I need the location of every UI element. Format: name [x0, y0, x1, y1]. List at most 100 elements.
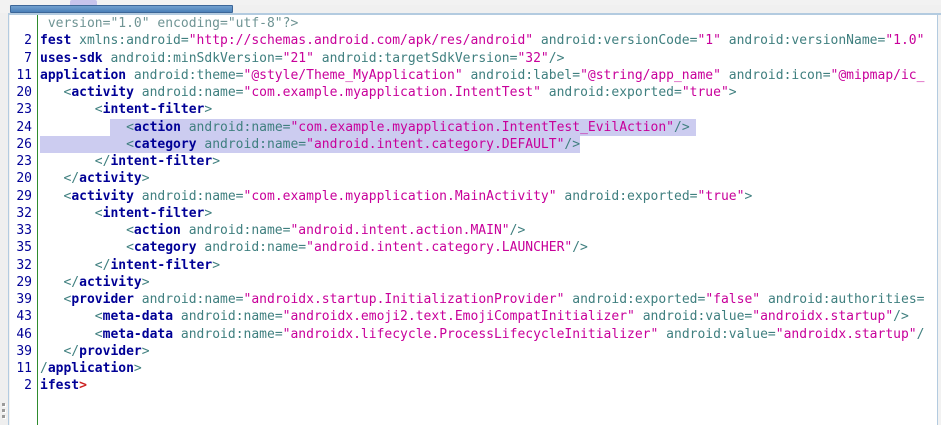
- splitter-grip-dot[interactable]: [2, 403, 5, 406]
- token-attr: android:name=: [189, 223, 291, 238]
- token-tag: category: [134, 137, 197, 152]
- line-number: 39: [10, 343, 32, 360]
- selection-highlight: <action android:name="com.example.myappl…: [110, 119, 695, 136]
- token-attr: android:name=: [142, 85, 244, 100]
- token-plain: [126, 68, 134, 83]
- horizontal-scrollbar[interactable]: [9, 5, 941, 13]
- token-tag: activity: [71, 85, 134, 100]
- code-line[interactable]: 43 <meta-data android:name="androidx.emo…: [10, 308, 937, 325]
- token-punc: </: [63, 344, 79, 359]
- token-punc: <: [126, 137, 134, 152]
- token-punc: >: [729, 85, 737, 100]
- token-val: "com.example.myapplication.MainActivity": [244, 189, 557, 204]
- code-text: <action android:name="android.intent.act…: [40, 223, 525, 238]
- code-text: <meta-data android:name="androidx.emoji2…: [40, 309, 909, 324]
- token-punc: />: [572, 240, 588, 255]
- code-line[interactable]: 32 </intent-filter>: [10, 257, 937, 274]
- token-plain: [181, 223, 189, 238]
- token-punc: </: [95, 258, 111, 273]
- token-tag: application: [40, 68, 126, 83]
- code-line[interactable]: 46 <meta-data android:name="androidx.lif…: [10, 326, 937, 343]
- token-attr: android:name=: [181, 327, 283, 342]
- token-tag: provider: [79, 344, 142, 359]
- token-punc: >: [134, 361, 142, 376]
- token-attr: android:theme=: [134, 68, 244, 83]
- token-plain: [40, 223, 126, 238]
- code-line[interactable]: 7uses-sdk android:minSdkVersion="21" and…: [10, 50, 937, 67]
- line-number: 2: [10, 377, 32, 394]
- token-tag: intent-filter: [103, 206, 205, 221]
- token-plain: [40, 275, 63, 290]
- token-tag: intent-filter: [110, 258, 212, 273]
- token-punc: <: [126, 240, 134, 255]
- code-text: fest xmlns:android="http://schemas.andro…: [40, 33, 924, 48]
- token-attr: android:icon=: [729, 68, 831, 83]
- code-line[interactable]: 11/application>: [10, 360, 937, 377]
- token-tag: intent-filter: [103, 102, 205, 117]
- splitter-grip-dot[interactable]: [2, 415, 5, 418]
- code-line[interactable]: 23 </intent-filter>: [10, 153, 937, 170]
- code-text: <meta-data android:name="androidx.lifecy…: [40, 327, 924, 342]
- code-line[interactable]: 29 </activity>: [10, 274, 937, 291]
- app-window: version="1.0" encoding="utf-8"?>2fest xm…: [0, 0, 941, 425]
- code-line[interactable]: 20 <activity android:name="com.example.m…: [10, 84, 937, 101]
- code-line[interactable]: 20 </activity>: [10, 170, 937, 187]
- token-tag: provider: [71, 292, 134, 307]
- token-plain: [173, 309, 181, 324]
- code-text: version="1.0" encoding="utf-8"?>: [40, 16, 298, 31]
- token-val: "android.intent.category.LAUNCHER": [306, 240, 572, 255]
- token-plain: [533, 33, 541, 48]
- line-number: 32: [10, 257, 32, 274]
- token-punc: <: [95, 309, 103, 324]
- token-val: "@style/Theme_MyApplication": [244, 68, 463, 83]
- code-line[interactable]: 2fest xmlns:android="http://schemas.andr…: [10, 32, 937, 49]
- token-val: "com.example.myapplication.IntentTest_Ev…: [290, 120, 674, 135]
- splitter-bar[interactable]: [0, 13, 9, 425]
- token-attr: android:versionName=: [729, 33, 886, 48]
- token-tag: ifest: [40, 378, 79, 393]
- token-punc: </: [95, 154, 111, 169]
- horizontal-scrollbar-thumb[interactable]: [10, 5, 233, 13]
- token-punc: />: [510, 223, 526, 238]
- line-number: 43: [10, 308, 32, 325]
- code-text: <category android:name="android.intent.c…: [40, 137, 580, 152]
- token-punc: />: [674, 120, 690, 135]
- code-line[interactable]: 11 application android:theme="@style/Them…: [10, 67, 937, 84]
- code-line[interactable]: 29 <activity android:name="com.example.m…: [10, 188, 937, 205]
- code-line[interactable]: 35 <category android:name="android.inten…: [10, 239, 937, 256]
- token-attr: android:minSdkVersion=: [110, 51, 282, 66]
- token-val: "androidx.lifecycle.ProcessLifecycleInit…: [283, 327, 659, 342]
- code-line[interactable]: 39 </provider>: [10, 343, 937, 360]
- code-line[interactable]: 23 <intent-filter>: [10, 101, 937, 118]
- code-line[interactable]: version="1.0" encoding="utf-8"?>: [10, 15, 937, 32]
- token-punc: >: [204, 206, 212, 221]
- selection-highlight: <category android:name="android.intent.c…: [40, 136, 580, 153]
- line-number: 11: [10, 67, 32, 84]
- token-val: "@mipmap/ic_: [831, 68, 925, 83]
- token-val: "true": [697, 189, 744, 204]
- token-val: "androidx.emoji2.text.EmojiCompatInitial…: [283, 309, 635, 324]
- token-decl: version="1.0" encoding="utf-8"?>: [40, 16, 298, 31]
- token-punc: >: [142, 275, 150, 290]
- token-plain: [40, 327, 95, 342]
- token-punc: >: [204, 102, 212, 117]
- token-plain: [71, 33, 79, 48]
- line-number: 46: [10, 326, 32, 343]
- code-text: <provider android:name="androidx.startup…: [40, 292, 924, 307]
- code-editor[interactable]: version="1.0" encoding="utf-8"?>2fest xm…: [10, 15, 938, 425]
- token-tag: action: [134, 120, 181, 135]
- token-plain: [721, 33, 729, 48]
- code-line[interactable]: 26 <category android:name="android.inten…: [10, 136, 937, 153]
- token-plain: [134, 85, 142, 100]
- code-line[interactable]: 39 <provider android:name="androidx.star…: [10, 291, 937, 308]
- code-text: application android:theme="@style/Theme_…: [40, 68, 924, 83]
- code-line[interactable]: 33 <action android:name="android.intent.…: [10, 222, 937, 239]
- code-line[interactable]: 24 <action android:name="com.example.mya…: [10, 119, 937, 136]
- token-plain: [40, 206, 95, 221]
- token-attr: android:name=: [142, 189, 244, 204]
- code-line[interactable]: 2ifest>: [10, 377, 937, 394]
- line-number: 35: [10, 239, 32, 256]
- code-line[interactable]: 32 <intent-filter>: [10, 205, 937, 222]
- token-punc: /: [40, 361, 48, 376]
- splitter-grip-dot[interactable]: [2, 409, 5, 412]
